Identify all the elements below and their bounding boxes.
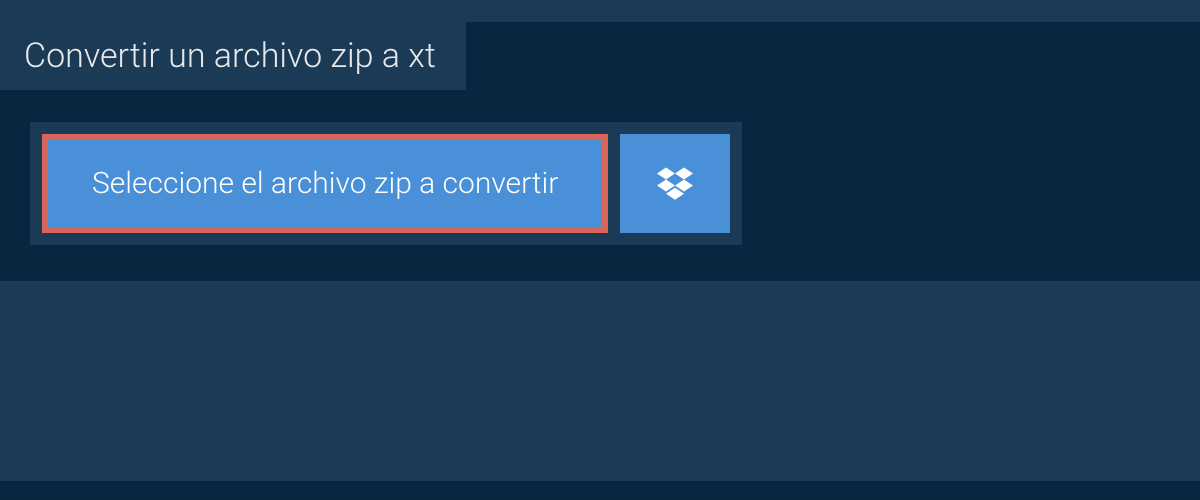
bottom-section	[0, 281, 1200, 481]
page-title: Convertir un archivo zip a xt	[0, 22, 466, 90]
select-file-button[interactable]: Seleccione el archivo zip a convertir	[42, 134, 608, 233]
upload-container: Seleccione el archivo zip a convertir	[30, 122, 742, 245]
select-file-label: Seleccione el archivo zip a convertir	[92, 166, 558, 201]
page-title-text: Convertir un archivo zip a xt	[24, 36, 436, 76]
dropbox-icon	[657, 167, 693, 201]
dropbox-button[interactable]	[620, 134, 730, 233]
top-stripe	[0, 0, 1200, 22]
